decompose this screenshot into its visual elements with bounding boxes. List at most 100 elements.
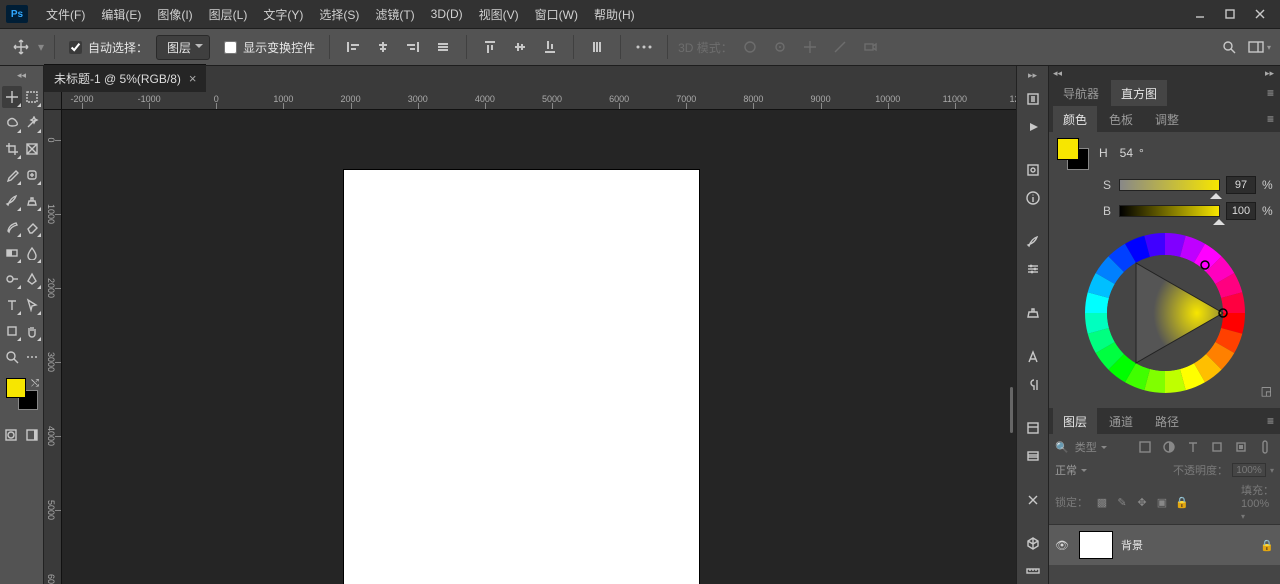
channels-tab[interactable]: 通道 (1099, 408, 1143, 435)
hand-tool[interactable] (22, 320, 42, 342)
dodge-tool[interactable] (2, 268, 22, 290)
menu-help[interactable]: 帮助(H) (586, 2, 643, 27)
shape-tool[interactable] (2, 320, 22, 342)
menu-3d[interactable]: 3D(D) (423, 3, 471, 25)
paragraph-panel-icon[interactable] (1020, 372, 1046, 398)
show-transform-checkbox[interactable]: 显示变换控件 (220, 39, 319, 56)
color-panel-swatches[interactable] (1057, 138, 1089, 168)
auto-select-checkbox[interactable]: 自动选择： (65, 39, 152, 56)
brush-tool[interactable] (2, 190, 22, 212)
layer-filter-type-dropdown[interactable]: 类型 (1075, 439, 1107, 455)
history-panel-icon[interactable] (1020, 86, 1046, 112)
layer-filter-search-icon[interactable]: 🔍 (1055, 441, 1069, 454)
marquee-tool[interactable] (22, 86, 42, 108)
lock-pixels-icon[interactable]: ▩ (1094, 496, 1110, 509)
align-right-icon[interactable] (400, 34, 426, 60)
saturation-value[interactable]: 97 (1226, 176, 1256, 194)
document-tab[interactable]: 未标题-1 @ 5%(RGB/8) × (44, 64, 206, 92)
frame-tool[interactable] (22, 138, 42, 160)
eraser-tool[interactable] (22, 216, 42, 238)
window-close-button[interactable] (1246, 4, 1274, 24)
lock-all-icon[interactable]: 🔒 (1174, 496, 1190, 509)
color-wheel[interactable] (1080, 228, 1250, 398)
align-left-icon[interactable] (340, 34, 366, 60)
more-options-icon[interactable] (631, 34, 657, 60)
filter-shape-icon[interactable] (1208, 438, 1226, 456)
adjustments-tab[interactable]: 调整 (1145, 106, 1189, 133)
clone-source-panel-icon[interactable] (1020, 300, 1046, 326)
properties-panel-icon[interactable] (1020, 157, 1046, 183)
search-icon[interactable] (1216, 34, 1242, 60)
auto-select-target-dropdown[interactable]: 图层 (156, 35, 210, 60)
tool-presets-panel-icon[interactable] (1020, 487, 1046, 513)
edit-toolbar-icon[interactable] (22, 346, 42, 368)
actions-panel-icon[interactable] (1020, 114, 1046, 140)
layer-comps-panel-icon[interactable] (1020, 443, 1046, 469)
pen-tool[interactable] (22, 268, 42, 290)
eyedropper-tool[interactable] (2, 164, 22, 186)
libraries-panel-icon[interactable] (1020, 415, 1046, 441)
lock-artboard-icon[interactable]: ▣ (1154, 496, 1170, 509)
menu-window[interactable]: 窗口(W) (527, 2, 586, 27)
window-minimize-button[interactable] (1186, 4, 1214, 24)
color-panel-menu-icon[interactable]: ≡ (1267, 112, 1274, 126)
layers-panel-menu-icon[interactable]: ≡ (1267, 414, 1274, 428)
measurement-panel-icon[interactable] (1020, 558, 1046, 584)
window-maximize-button[interactable] (1216, 4, 1244, 24)
layer-visibility-icon[interactable]: 👁 (1055, 539, 1071, 552)
panel-fg-swatch[interactable] (1057, 138, 1079, 160)
workspace-switcher-icon[interactable]: ▾ (1246, 34, 1272, 60)
horizontal-ruler[interactable]: -2000-1000010002000300040005000600070008… (62, 92, 1016, 110)
crop-tool[interactable] (2, 138, 22, 160)
menu-layer[interactable]: 图层(L) (201, 2, 256, 27)
layer-thumbnail[interactable] (1079, 531, 1113, 559)
healing-brush-tool[interactable] (22, 164, 42, 186)
align-bottom-icon[interactable] (537, 34, 563, 60)
color-tab[interactable]: 颜色 (1053, 106, 1097, 133)
filter-toggle-icon[interactable] (1256, 438, 1274, 456)
quick-mask-icon[interactable] (1, 424, 21, 446)
move-tool-indicator[interactable] (8, 34, 34, 60)
swatches-tab[interactable]: 色板 (1099, 106, 1143, 133)
panel-dock-expand-icon[interactable]: ◂◂▸▸ (1049, 66, 1280, 80)
menu-image[interactable]: 图像(I) (149, 2, 200, 27)
move-tool[interactable] (2, 86, 22, 108)
document-tab-close-icon[interactable]: × (189, 71, 197, 86)
canvas[interactable] (344, 170, 699, 584)
brush-settings-panel-icon[interactable] (1020, 257, 1046, 283)
type-tool[interactable] (2, 294, 22, 316)
blend-mode-dropdown[interactable]: 正常 (1055, 462, 1087, 478)
toolbox-collapse-toggle[interactable]: ◂◂ (0, 70, 43, 84)
brushes-panel-icon[interactable] (1020, 229, 1046, 255)
layer-lock-icon[interactable]: 🔒 (1260, 539, 1274, 552)
filter-adjust-icon[interactable] (1160, 438, 1178, 456)
magic-wand-tool[interactable] (22, 112, 42, 134)
hue-value[interactable]: 54 (1120, 146, 1133, 160)
vertical-ruler[interactable]: 0100020003000400050006000 (44, 110, 62, 584)
brightness-value[interactable]: 100 (1226, 202, 1256, 220)
fill-value[interactable]: 100% (1241, 498, 1274, 510)
distribute-v-icon[interactable] (584, 34, 610, 60)
canvas-viewport[interactable]: -2000-1000010002000300040005000600070008… (44, 92, 1016, 584)
navigator-tab[interactable]: 导航器 (1053, 80, 1109, 107)
filter-pixels-icon[interactable] (1136, 438, 1154, 456)
brightness-slider[interactable] (1119, 205, 1220, 217)
align-vcenter-icon[interactable] (507, 34, 533, 60)
menu-view[interactable]: 视图(V) (471, 2, 527, 27)
menu-type[interactable]: 文字(Y) (255, 2, 311, 27)
lock-brush-icon[interactable]: ✎ (1114, 496, 1130, 509)
align-top-icon[interactable] (477, 34, 503, 60)
lock-position-icon[interactable]: ✥ (1134, 496, 1150, 509)
gradient-tool[interactable] (2, 242, 22, 264)
distribute-h-icon[interactable] (430, 34, 456, 60)
navigator-panel-menu-icon[interactable]: ≡ (1267, 86, 1274, 100)
character-panel-icon[interactable] (1020, 344, 1046, 370)
panel-strip-expand-icon[interactable]: ▸▸ (1028, 70, 1037, 84)
foreground-color-swatch[interactable] (6, 378, 26, 398)
filter-smart-icon[interactable] (1232, 438, 1250, 456)
scrollbar-thumb[interactable] (1010, 387, 1013, 433)
path-selection-tool[interactable] (22, 294, 42, 316)
screen-mode-icon[interactable] (22, 424, 42, 446)
menu-filter[interactable]: 滤镜(T) (367, 2, 422, 27)
info-panel-icon[interactable] (1020, 185, 1046, 211)
